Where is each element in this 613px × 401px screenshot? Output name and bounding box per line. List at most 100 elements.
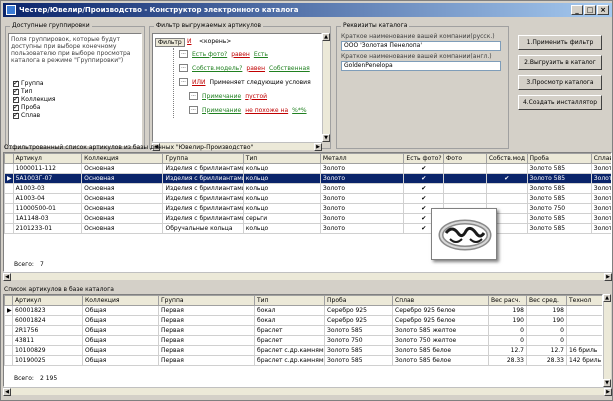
table-cell[interactable]: Обручальные кольца xyxy=(162,223,244,234)
column-header[interactable]: Проба xyxy=(324,295,393,306)
column-header[interactable]: Есть фото? xyxy=(403,153,445,164)
filter-field[interactable]: Примечание xyxy=(202,107,241,114)
table-cell[interactable]: серьги xyxy=(242,213,321,224)
filter-condition[interactable]: ... Примечание не похоже на %*% xyxy=(189,106,307,114)
row-indicator[interactable] xyxy=(4,335,13,346)
table-cell[interactable]: браслет с.др.камнями xyxy=(254,345,325,356)
column-header[interactable]: Группа xyxy=(162,153,244,164)
table-row[interactable]: A1003-04 Основная Изделия с бриллиантами ко… xyxy=(4,193,611,204)
table-cell[interactable]: 16 бриль xyxy=(566,345,602,356)
table-cell[interactable]: Основная xyxy=(81,203,164,214)
column-header[interactable]: Фото xyxy=(443,153,487,164)
table-cell[interactable]: Золот xyxy=(590,163,611,174)
filter-condition[interactable]: ... Есть фото? равен Есть xyxy=(179,50,268,58)
table-cell[interactable]: Золото 585 xyxy=(526,173,592,184)
row-indicator[interactable] xyxy=(4,203,14,214)
table-cell[interactable]: Серебро 925 xyxy=(324,305,393,316)
table-cell[interactable]: 1000011-112 xyxy=(12,163,83,174)
table-cell[interactable]: Золото 750 xyxy=(526,203,592,214)
table-row[interactable]: ▶ 5A1003Г-07 Основная Изделия с бриллиантам… xyxy=(4,173,611,184)
table-row[interactable]: ▶ 60001823 Общая Первая бокал Серебро 925 Сере… xyxy=(4,305,602,316)
table-cell[interactable]: Золото 585 xyxy=(526,223,592,234)
scroll-left-icon[interactable]: ◀ xyxy=(3,388,11,396)
table-cell[interactable]: Золото xyxy=(319,173,405,184)
table-cell[interactable]: 142 бриль xyxy=(566,355,602,366)
table-cell[interactable] xyxy=(566,325,602,336)
minimize-button[interactable]: _ xyxy=(571,5,583,15)
table-cell[interactable]: Серебро 925 xyxy=(324,315,393,326)
table-cell[interactable]: Изделия с бриллиантами xyxy=(162,213,244,224)
column-header[interactable]: Проба xyxy=(526,153,592,164)
table-cell[interactable]: бокал xyxy=(254,315,325,326)
column-header[interactable]: Тип xyxy=(242,153,321,164)
row-indicator[interactable] xyxy=(4,213,14,224)
table-cell[interactable]: Серебро 925 белое xyxy=(392,305,489,316)
row-indicator[interactable]: ▶ xyxy=(4,173,14,184)
table-cell[interactable]: 12.7 xyxy=(488,345,527,356)
grouping-item[interactable]: Проба xyxy=(13,103,56,112)
more-icon[interactable]: ... xyxy=(179,64,188,72)
table-cell[interactable]: 190 xyxy=(488,315,527,326)
filter-operator[interactable]: не похоже на xyxy=(245,107,288,114)
column-header[interactable]: Группа xyxy=(158,295,255,306)
table-cell[interactable]: Основная xyxy=(81,223,164,234)
table-cell[interactable]: Общая xyxy=(82,305,159,316)
view-catalog-button[interactable]: 3.Просмотр каталога xyxy=(518,75,602,90)
table-row[interactable]: 2101233-01 Основная Обручальные кольца коль… xyxy=(4,223,611,234)
more-icon[interactable]: ... xyxy=(189,92,198,100)
table-cell[interactable]: Общая xyxy=(82,335,159,346)
table-cell[interactable]: Серебро 925 белое xyxy=(392,315,489,326)
table-row[interactable]: 10100829 Общая Первая браслет с.др.камнями З… xyxy=(4,345,602,356)
table-cell[interactable]: кольцо xyxy=(242,173,321,184)
column-header[interactable]: Технол xyxy=(566,295,602,306)
table-cell[interactable]: 0 xyxy=(526,335,567,346)
scroll-down-icon[interactable]: ▼ xyxy=(322,134,330,142)
filter-field[interactable]: ИЛИ xyxy=(192,79,206,86)
table-cell[interactable]: 60001824 xyxy=(12,315,83,326)
table-cell[interactable]: Золото 585 белое xyxy=(392,345,489,356)
row-indicator[interactable] xyxy=(4,325,13,336)
table-cell[interactable]: 198 xyxy=(488,305,527,316)
table-cell[interactable]: кольцо xyxy=(242,193,321,204)
table-cell[interactable]: Золот xyxy=(590,183,611,194)
table-cell[interactable]: Золот xyxy=(590,193,611,204)
column-header[interactable]: Артикул xyxy=(12,153,83,164)
table-cell[interactable]: Золот xyxy=(590,223,611,234)
column-header[interactable]: Металл xyxy=(319,153,405,164)
table-cell[interactable] xyxy=(485,193,528,204)
column-header[interactable]: Вес сред. xyxy=(526,295,567,306)
table-cell[interactable] xyxy=(485,183,528,194)
table-cell[interactable]: Золото xyxy=(319,163,405,174)
table-row[interactable]: 60001824 Общая Первая бокал Серебро 925 Сереб… xyxy=(4,315,602,326)
scroll-right-icon[interactable]: ▶ xyxy=(314,143,322,151)
scroll-up-icon[interactable]: ▲ xyxy=(322,33,330,41)
table-cell[interactable]: Золото xyxy=(319,193,405,204)
export-catalog-button[interactable]: 2.Выгрузить в каталог xyxy=(518,55,602,70)
filter-field[interactable]: Есть фото? xyxy=(192,51,227,58)
column-header[interactable]: Собств.мод xyxy=(485,153,528,164)
table-cell[interactable]: кольцо xyxy=(242,223,321,234)
table-cell[interactable]: Основная xyxy=(81,183,164,194)
table-cell[interactable]: 0 xyxy=(488,325,527,336)
table-cell[interactable]: Основная xyxy=(81,173,164,184)
table-cell[interactable]: кольцо xyxy=(242,203,321,214)
more-icon[interactable]: ... xyxy=(179,50,188,58)
table-cell[interactable]: браслет xyxy=(254,335,325,346)
table-cell[interactable]: кольцо xyxy=(242,163,321,174)
maximize-button[interactable]: □ xyxy=(584,5,596,15)
column-header[interactable]: Сплав xyxy=(392,295,489,306)
scroll-up-icon[interactable]: ▲ xyxy=(603,294,611,302)
table-cell[interactable]: Первая xyxy=(158,335,255,346)
table-cell[interactable]: Золото xyxy=(319,183,405,194)
filter-and-op[interactable]: И xyxy=(187,38,192,45)
grouping-item[interactable]: Группа xyxy=(13,79,56,88)
table-row[interactable]: 11000500-01 Основная Изделия с бриллиантам… xyxy=(4,203,611,214)
table-cell[interactable]: Золото 585 белое xyxy=(392,355,489,366)
table-cell[interactable]: Первая xyxy=(158,325,255,336)
table-row[interactable]: 10190025 Общая Первая браслет с.др.камнями З… xyxy=(4,355,602,366)
filter-condition[interactable]: ... ИЛИ Применяет следующие условия xyxy=(179,78,315,86)
filter-button[interactable]: Фильтр xyxy=(155,38,185,47)
table-cell[interactable]: Изделия с бриллиантами xyxy=(162,173,244,184)
table-cell[interactable]: ✔ xyxy=(403,193,445,204)
scroll-right-icon[interactable]: ▶ xyxy=(604,273,612,281)
